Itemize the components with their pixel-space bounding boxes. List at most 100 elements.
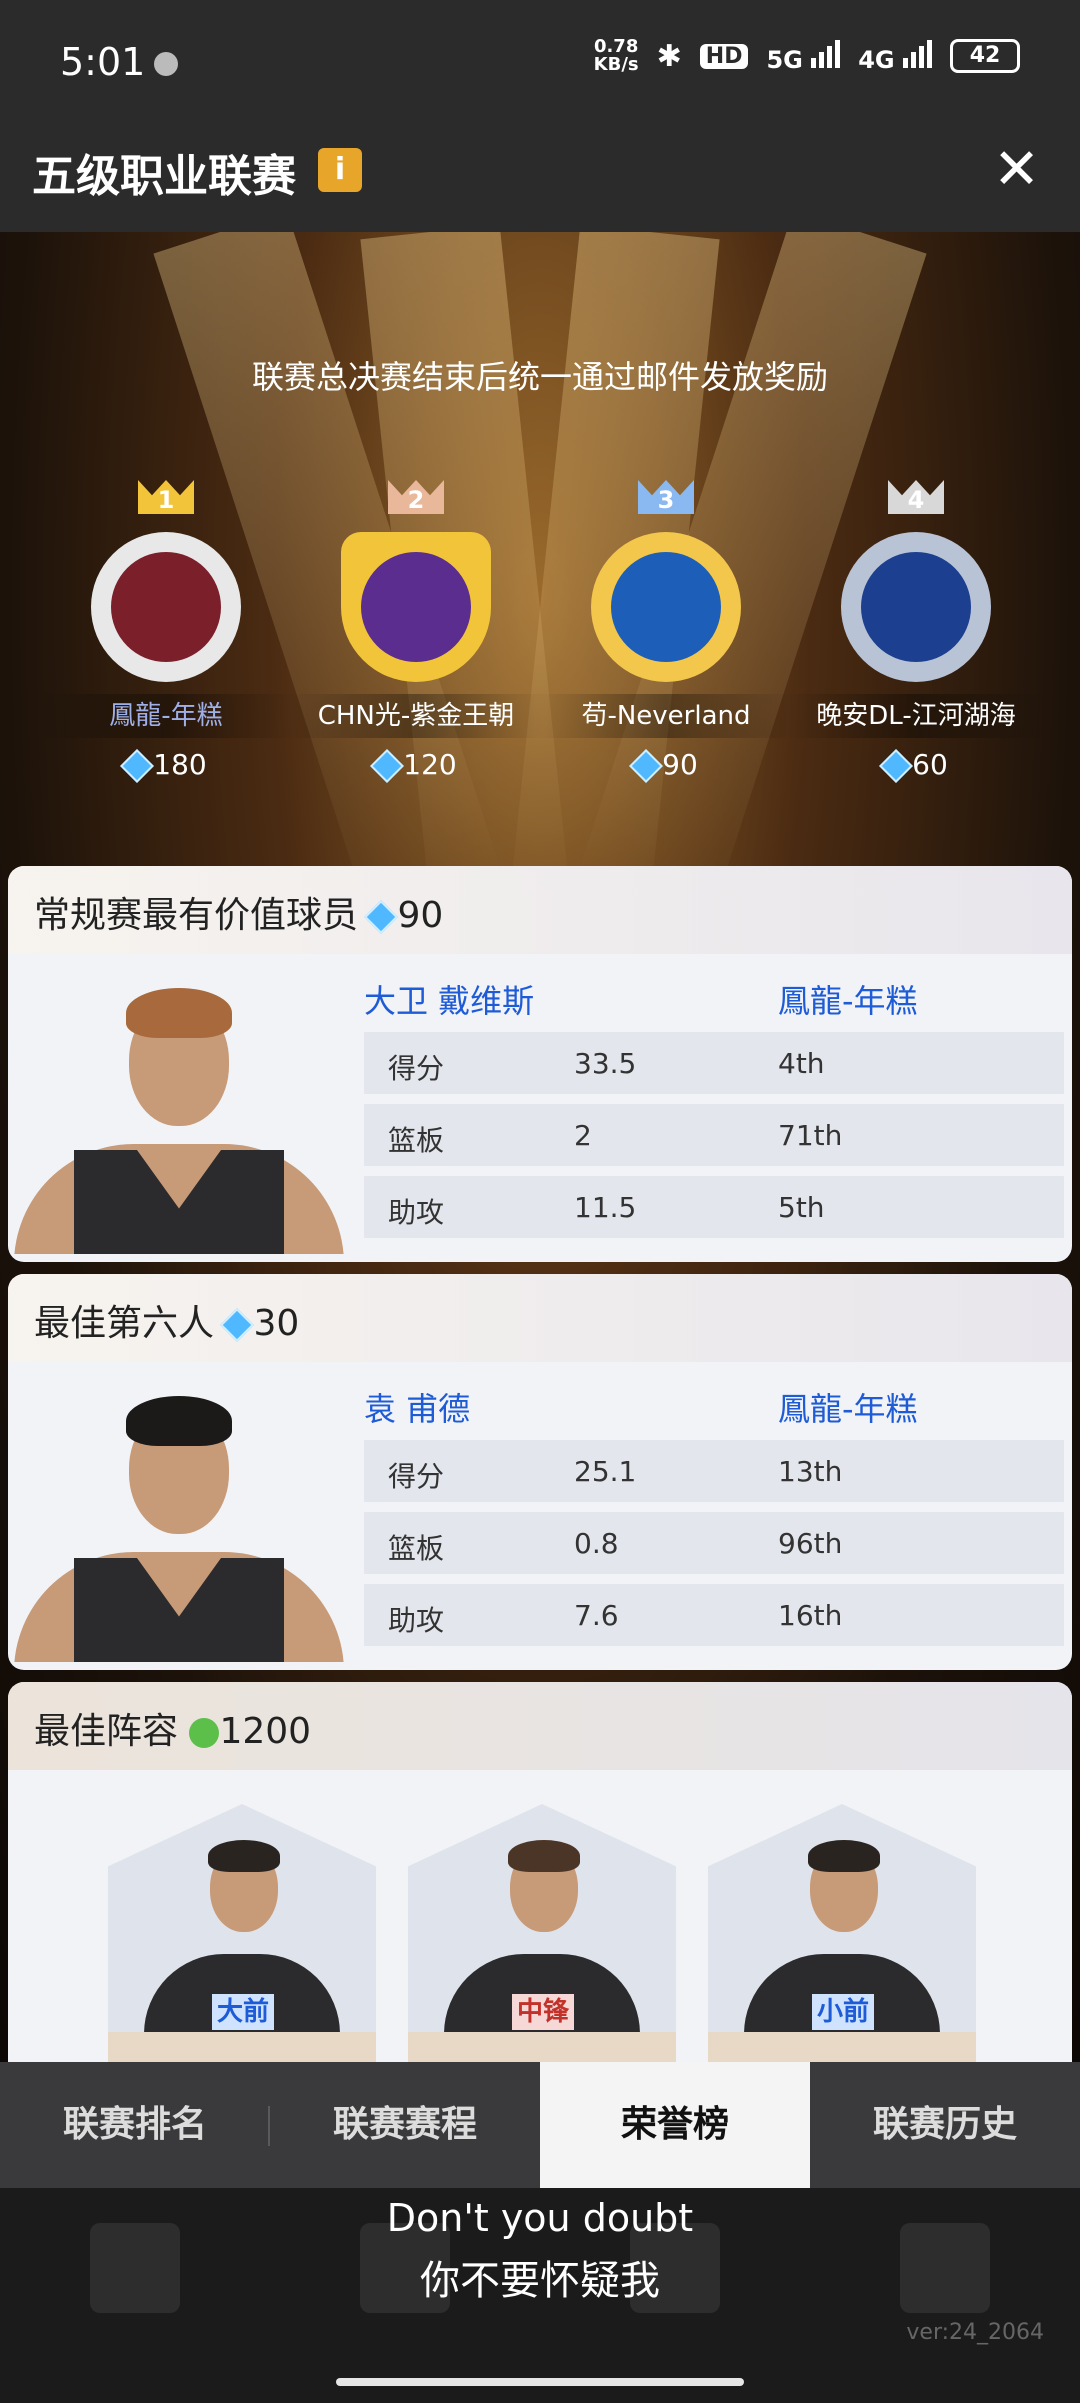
lineup-slot[interactable]: 大前 bbox=[108, 1804, 376, 2062]
team-logo bbox=[341, 532, 491, 682]
stat-value: 25.1 bbox=[574, 1455, 637, 1488]
stat-label: 助攻 bbox=[388, 1604, 445, 1637]
tab-label: 联赛排名 bbox=[62, 2104, 207, 2145]
podium-team[interactable]: 2 CHN光-紫金王朝 120 bbox=[286, 480, 546, 783]
lineup-slot[interactable]: 小前 bbox=[708, 1804, 976, 2062]
diamond-icon bbox=[370, 749, 405, 783]
card-reward: 90 bbox=[397, 895, 444, 936]
token-icon bbox=[189, 1718, 220, 1748]
card-header: 最佳阵容 1200 bbox=[8, 1682, 1072, 1770]
team-name: 苟-Neverland bbox=[536, 694, 796, 738]
team-logo-inner bbox=[611, 552, 721, 662]
crown-icon: 4 bbox=[888, 480, 944, 514]
mvp-card[interactable]: 常规赛最有价值球员 90 大卫 戴维斯 鳳龍-年糕 得分 33.5 4th 篮板 2 7… bbox=[8, 866, 1072, 1262]
subtitle-line-2: 你不要怀疑我 bbox=[420, 2258, 660, 2304]
net-speed-unit: KB/s bbox=[593, 54, 639, 75]
best-lineup-card[interactable]: 最佳阵容 1200 大前 中锋 小前 bbox=[8, 1682, 1072, 2062]
team-reward-value: 90 bbox=[662, 748, 698, 781]
podium-team[interactable]: 4 晚安DL-江河湖海 60 bbox=[786, 480, 1046, 783]
stat-row: 篮板 0.8 96th bbox=[364, 1512, 1064, 1574]
stat-label: 篮板 bbox=[388, 1532, 445, 1565]
card-title: 最佳阵容 1200 bbox=[34, 1702, 311, 1754]
stat-row: 助攻 11.5 5th bbox=[364, 1176, 1064, 1238]
hd-label: HD bbox=[699, 43, 749, 69]
page-title: 五级职业联赛 bbox=[32, 151, 296, 202]
stat-label: 得分 bbox=[388, 1052, 445, 1085]
team-podium: 1 鳳龍-年糕 180 2 CHN光-紫金王朝 120 3 苟-Neverlan… bbox=[0, 480, 1080, 783]
battery-icon: 42 bbox=[950, 39, 1020, 73]
podium-team[interactable]: 3 苟-Neverland 90 bbox=[536, 480, 796, 783]
stat-value: 11.5 bbox=[574, 1191, 637, 1224]
tab-league-history[interactable]: 联赛历史 bbox=[810, 2062, 1080, 2188]
diamond-icon bbox=[879, 749, 914, 783]
stat-label: 得分 bbox=[388, 1460, 445, 1493]
team-reward: 120 bbox=[286, 748, 546, 783]
team-name: 晚安DL-江河湖海 bbox=[786, 694, 1046, 738]
stat-value: 0.8 bbox=[574, 1527, 619, 1560]
sixth-man-card[interactable]: 最佳第六人 30 袁 甫德 鳳龍-年糕 得分 25.1 13th 篮板 0.8 96th… bbox=[8, 1274, 1072, 1670]
crown-icon: 3 bbox=[638, 480, 694, 514]
team-logo bbox=[91, 532, 241, 682]
info-icon[interactable]: i bbox=[318, 148, 362, 192]
bottom-tabs: 联赛排名 联赛赛程 荣誉榜 联赛历史 bbox=[0, 2062, 1080, 2188]
card-title-text: 最佳第六人 bbox=[34, 1303, 215, 1344]
close-icon[interactable]: ✕ bbox=[993, 142, 1040, 198]
team-logo bbox=[841, 532, 991, 682]
card-title: 最佳第六人 30 bbox=[34, 1294, 299, 1346]
home-indicator[interactable] bbox=[336, 2378, 744, 2386]
lineup-slot[interactable]: 中锋 bbox=[408, 1804, 676, 2062]
position-label: 小前 bbox=[812, 1994, 874, 2030]
tab-label: 荣誉榜 bbox=[620, 2104, 729, 2145]
team-reward: 180 bbox=[36, 748, 296, 783]
portrait-hair bbox=[126, 1396, 232, 1446]
card-title-text: 常规赛最有价值球员 bbox=[34, 895, 359, 936]
diamond-icon bbox=[120, 749, 155, 783]
network-5g-label: 5G bbox=[766, 46, 803, 74]
tab-label: 联赛历史 bbox=[872, 2104, 1017, 2145]
bluetooth-icon: ✱ bbox=[656, 38, 682, 74]
stat-value: 2 bbox=[574, 1119, 592, 1152]
team-rank: 3 bbox=[657, 486, 675, 514]
slot-base bbox=[708, 2032, 976, 2062]
signal-icon bbox=[903, 38, 932, 68]
stat-rank: 5th bbox=[778, 1191, 825, 1224]
tab-league-ranking[interactable]: 联赛排名 bbox=[0, 2062, 270, 2188]
diamond-icon bbox=[220, 1308, 255, 1342]
status-bar: 5:01 0.78 KB/s ✱ HD 5G 4G 42 bbox=[0, 0, 1080, 108]
team-name: CHN光-紫金王朝 bbox=[286, 694, 546, 738]
notification-icon bbox=[154, 52, 178, 76]
card-title: 常规赛最有价值球员 90 bbox=[34, 886, 443, 938]
team-reward-value: 120 bbox=[403, 748, 457, 781]
app-header: 五级职业联赛 i ✕ bbox=[0, 108, 1080, 232]
stat-label: 篮板 bbox=[388, 1124, 445, 1157]
slot-base bbox=[408, 2032, 676, 2062]
crown-icon: 1 bbox=[138, 480, 194, 514]
network-4g: 4G bbox=[858, 38, 932, 74]
stat-row: 得分 33.5 4th bbox=[364, 1032, 1064, 1094]
stat-row: 助攻 7.6 16th bbox=[364, 1584, 1064, 1646]
stat-label: 助攻 bbox=[388, 1196, 445, 1229]
player-portrait bbox=[14, 974, 344, 1254]
position-label: 大前 bbox=[212, 1994, 274, 2030]
card-header: 常规赛最有价值球员 90 bbox=[8, 866, 1072, 954]
tab-honor-list[interactable]: 荣誉榜 bbox=[540, 2062, 810, 2188]
card-title-text: 最佳阵容 bbox=[34, 1711, 179, 1752]
stat-rank: 16th bbox=[778, 1599, 843, 1632]
podium-team[interactable]: 1 鳳龍-年糕 180 bbox=[36, 480, 296, 783]
network-4g-label: 4G bbox=[858, 46, 895, 74]
tab-league-schedule[interactable]: 联赛赛程 bbox=[270, 2062, 540, 2188]
diamond-icon bbox=[364, 900, 399, 934]
team-logo-inner bbox=[111, 552, 221, 662]
slot-hair bbox=[208, 1840, 280, 1872]
reward-notice: 联赛总决赛结束后统一通过邮件发放奖励 bbox=[251, 358, 828, 396]
player-team: 鳳龍-年糕 bbox=[778, 1390, 918, 1428]
team-rank: 4 bbox=[907, 486, 925, 514]
card-reward: 1200 bbox=[219, 1711, 312, 1752]
stat-rank: 96th bbox=[778, 1527, 843, 1560]
card-header: 最佳第六人 30 bbox=[8, 1274, 1072, 1362]
team-reward: 90 bbox=[536, 748, 796, 783]
version-label: ver:24_2064 bbox=[906, 2320, 1044, 2345]
stat-row: 得分 25.1 13th bbox=[364, 1440, 1064, 1502]
portrait-hair bbox=[126, 988, 232, 1038]
network-5g: 5G bbox=[766, 38, 841, 74]
